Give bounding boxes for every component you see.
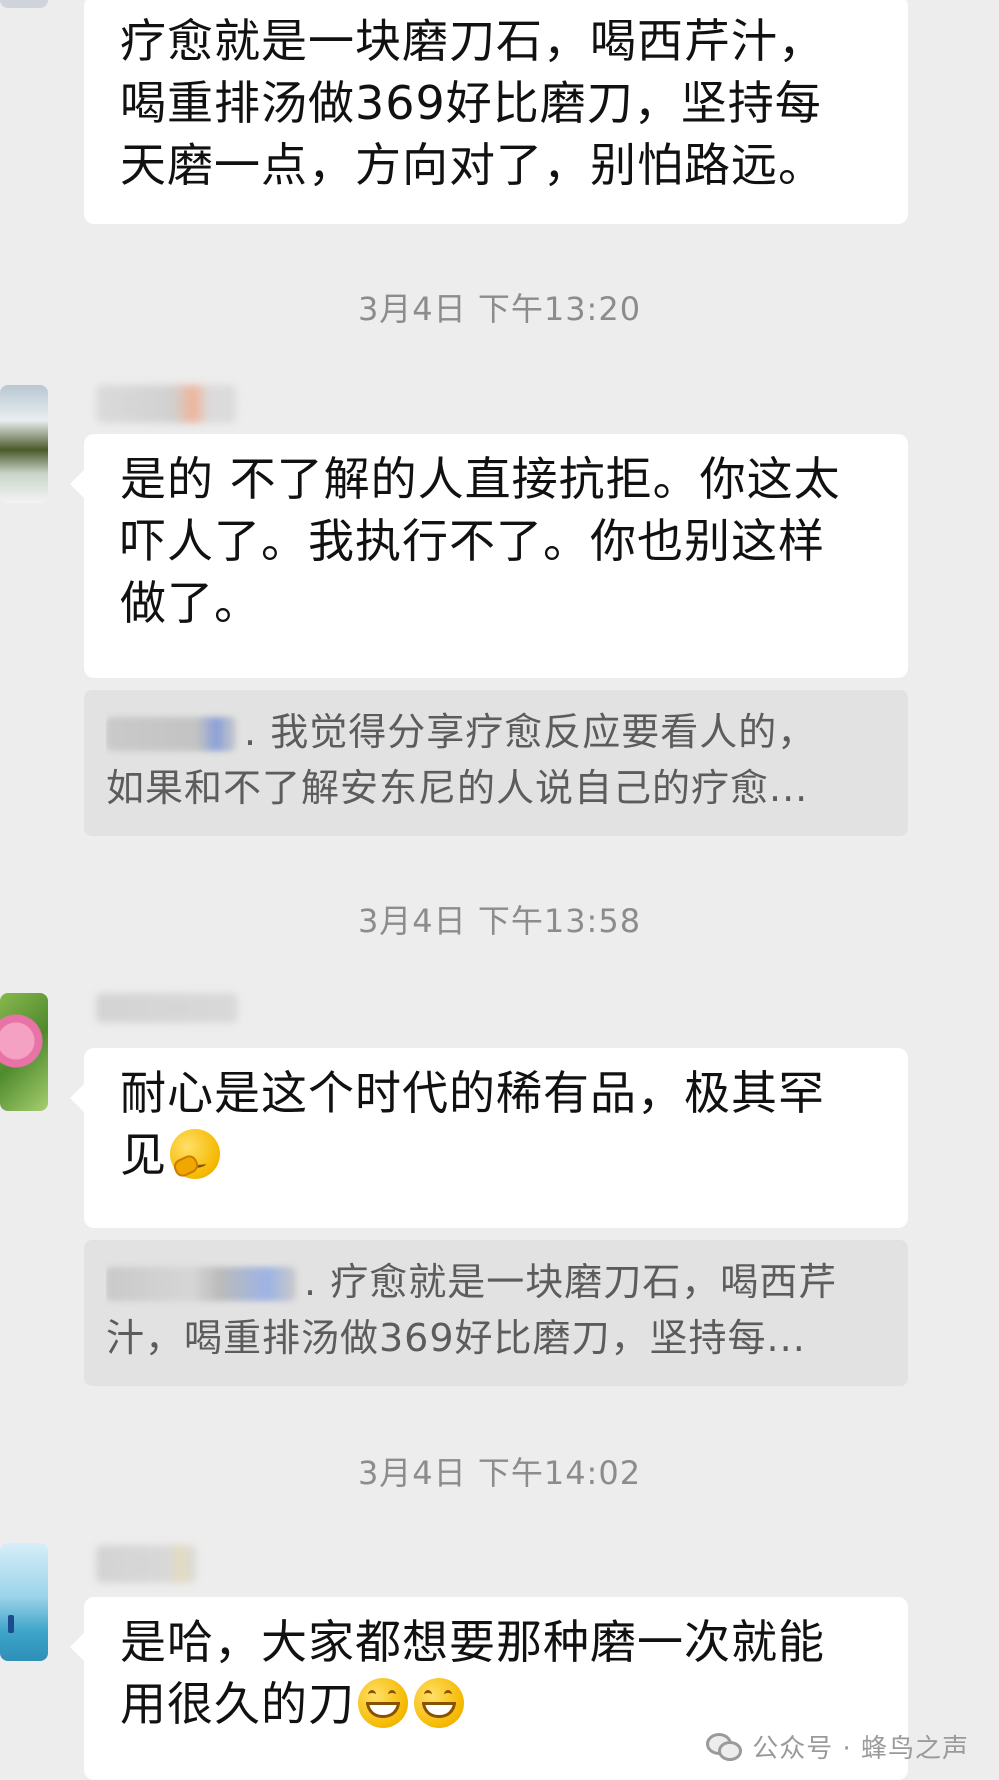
- message-text: 做了。: [120, 576, 261, 630]
- timestamp: 3月4日 下午14:02: [357, 1454, 642, 1492]
- chat-window[interactable]: 疗愈就是一块磨刀石，喝西芹汁， 喝重排汤做369好比磨刀，坚持每 天磨一点，方向…: [0, 0, 999, 1780]
- sender-name-blurred: [96, 993, 238, 1023]
- message-text: 见: [120, 1128, 167, 1182]
- quoted-sender-blurred: [106, 1267, 296, 1301]
- grinning-face-icon: [414, 1678, 464, 1728]
- quoted-text: 我觉得分享疗愈反应要看人的，: [270, 710, 817, 754]
- thinking-face-icon: [170, 1129, 220, 1179]
- quoted-text-line: . 我觉得分享疗愈反应要看人的，: [106, 704, 886, 760]
- message-text: 是的 不了解的人直接抗拒。你这太: [120, 452, 841, 506]
- message-bubble[interactable]: 耐心是这个时代的稀有品，极其罕 见: [70, 1048, 908, 1228]
- message-bubble[interactable]: 疗愈就是一块磨刀石，喝西芹汁， 喝重排汤做369好比磨刀，坚持每 天磨一点，方向…: [84, 0, 908, 224]
- quoted-text: 如果和不了解安东尼的人说自己的疗愈...: [106, 766, 809, 810]
- timestamp: 3月4日 下午13:20: [357, 290, 642, 328]
- quoted-message[interactable]: . 我觉得分享疗愈反应要看人的， 如果和不了解安东尼的人说自己的疗愈...: [84, 690, 908, 836]
- watermark-text: 公众号 · 蜂鸟之声: [752, 1733, 969, 1764]
- quoted-sender-blurred: [106, 717, 236, 751]
- message-text: 耐心是这个时代的稀有品，极其罕: [120, 1066, 825, 1120]
- watermark: 公众号 · 蜂鸟之声: [706, 1726, 969, 1766]
- message-text: 喝重排汤做369好比磨刀，坚持每: [120, 76, 822, 130]
- avatar[interactable]: [0, 993, 48, 1111]
- message-text: 是哈，大家都想要那种磨一次就能: [120, 1615, 825, 1669]
- grinning-face-icon: [358, 1678, 408, 1728]
- message-text-line: 见: [120, 1124, 872, 1186]
- quoted-text: 疗愈就是一块磨刀石，喝西芹: [330, 1260, 838, 1304]
- timestamp: 3月4日 下午13:58: [357, 902, 642, 940]
- sender-name-blurred: [96, 1545, 196, 1583]
- message-text: 天磨一点，方向对了，别怕路远。: [120, 138, 825, 192]
- quoted-text: 汁，喝重排汤做369好比磨刀，坚持每...: [106, 1316, 806, 1360]
- message-text: 疗愈就是一块磨刀石，喝西芹汁，: [120, 14, 825, 68]
- avatar[interactable]: [0, 0, 48, 8]
- wechat-icon: [706, 1731, 743, 1761]
- quote-separator: .: [244, 710, 258, 754]
- message-bubble[interactable]: 是的 不了解的人直接抗拒。你这太 吓人了。我执行不了。你也别这样 做了。: [70, 434, 908, 678]
- quote-separator: .: [304, 1260, 318, 1304]
- avatar[interactable]: [0, 385, 48, 503]
- avatar[interactable]: [0, 1543, 48, 1661]
- quoted-message[interactable]: . 疗愈就是一块磨刀石，喝西芹 汁，喝重排汤做369好比磨刀，坚持每...: [84, 1240, 908, 1386]
- quoted-text-line: . 疗愈就是一块磨刀石，喝西芹: [106, 1254, 886, 1310]
- message-text: 用很久的刀: [120, 1677, 355, 1731]
- sender-name-blurred: [96, 385, 236, 423]
- message-text: 吓人了。我执行不了。你也别这样: [120, 514, 825, 568]
